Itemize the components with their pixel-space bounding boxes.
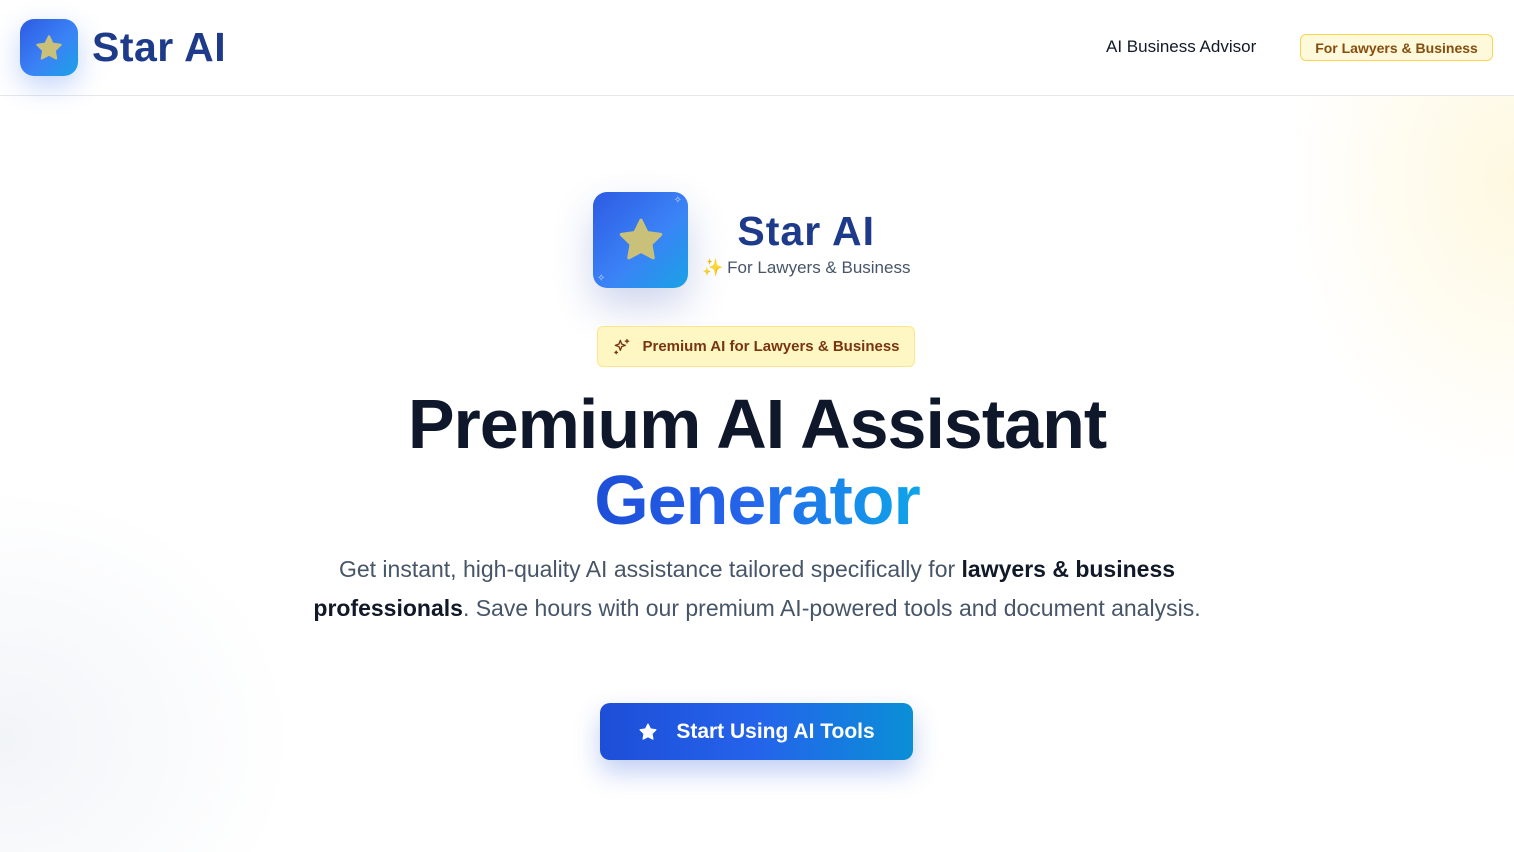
hero-brand-subtitle: ✨ For Lawyers & Business [702,258,910,278]
sparkle-dot-icon: ✧ [597,273,606,284]
brand-name: Star AI [92,24,227,70]
sparkle-dot-icon: ✧ [673,195,682,206]
hero-logo: ✧ ✧ Star AI ✨ For Lawyers & Business [593,192,910,288]
cta-label: Start Using AI Tools [676,719,875,743]
hero-headline: Premium AI Assistant Generator [0,386,1514,538]
audience-pill: For Lawyers & Business [1300,34,1493,61]
hero-description: Get instant, high-quality AI assistance … [297,550,1217,628]
hero-logo-tile: ✧ ✧ [593,192,688,288]
headline-line-1: Premium AI Assistant [407,385,1107,463]
star-icon [619,218,662,260]
sparkles-emoji-icon: ✨ [702,258,724,277]
start-using-ai-tools-button[interactable]: Start Using AI Tools [600,703,913,760]
hero-brand-text: Star AI ✨ For Lawyers & Business [702,202,910,278]
description-part-2: . Save hours with our premium AI-powered… [462,595,1201,621]
description-part-1: Get instant, high-quality AI assistance … [338,556,962,582]
star-icon [36,34,62,60]
sparkles-icon [614,338,630,354]
star-icon [639,723,657,740]
top-navigation-bar: Star AI AI Business Advisor For Lawyers … [0,0,1514,96]
headline-line-2-gradient: Generator [594,461,921,539]
brand-logo-link[interactable]: Star AI [20,19,226,76]
premium-badge-text: Premium AI for Lawyers & Business [642,338,900,355]
hero-brand-name: Star AI [737,208,876,254]
nav-link-ai-business-advisor[interactable]: AI Business Advisor [1106,37,1256,57]
hero-brand-subtitle-text: For Lawyers & Business [727,258,911,277]
brand-logo-tile [20,19,78,76]
premium-badge: Premium AI for Lawyers & Business [597,326,915,367]
